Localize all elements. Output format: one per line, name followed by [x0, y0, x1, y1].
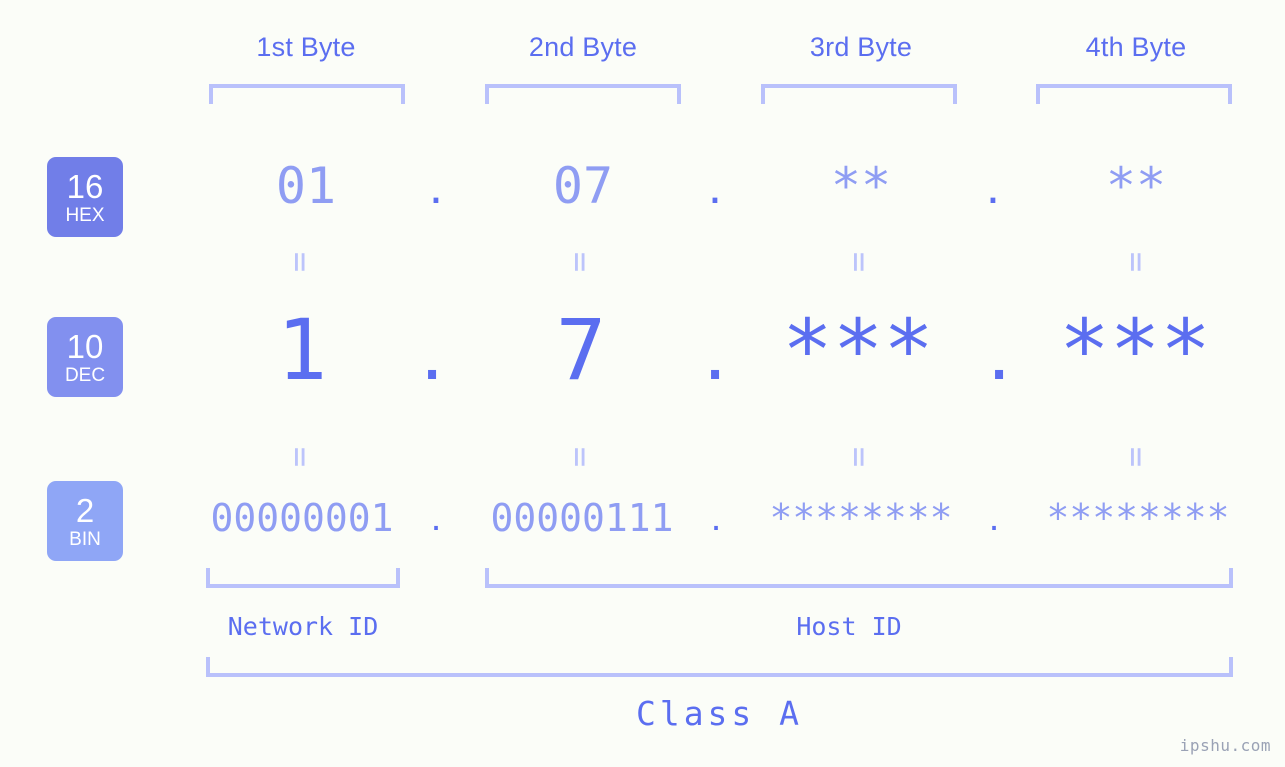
host-id-label: Host ID	[796, 612, 902, 641]
equals-dec-bin-2: =	[560, 446, 600, 468]
bin-byte-1: 00000001	[210, 496, 394, 540]
hex-separator-2: .	[708, 158, 722, 214]
ip-address-breakdown-diagram: 1st Byte 2nd Byte 3rd Byte 4th Byte 16 H…	[0, 0, 1285, 767]
bin-separator-3: .	[988, 497, 1000, 539]
byte-bracket-3	[761, 84, 957, 104]
equals-dec-bin-4: =	[1116, 446, 1156, 468]
byte-bracket-2	[485, 84, 681, 104]
hex-separator-3: .	[986, 158, 1000, 214]
equals-dec-bin-3: =	[839, 446, 879, 468]
bin-byte-2: 00000111	[490, 496, 674, 540]
byte-header-1: 1st Byte	[256, 32, 356, 62]
bin-separator-2: .	[710, 497, 722, 539]
host-id-bracket	[485, 568, 1233, 588]
byte-header-2: 2nd Byte	[528, 32, 638, 62]
base-badge-bin-name: BIN	[69, 528, 101, 550]
base-badge-hex: 16 HEX	[47, 157, 123, 237]
class-label: Class A	[635, 694, 804, 733]
byte-bracket-1	[209, 84, 405, 104]
bin-byte-4: ********	[1046, 496, 1230, 540]
byte-bracket-4	[1036, 84, 1232, 104]
base-badge-hex-number: 16	[66, 167, 104, 205]
bin-byte-3: ********	[769, 496, 953, 540]
network-id-bracket	[206, 568, 400, 588]
class-bracket	[206, 657, 1233, 677]
base-badge-hex-name: HEX	[65, 204, 105, 226]
base-badge-dec-name: DEC	[64, 364, 106, 386]
bin-separator-1: .	[430, 497, 442, 539]
base-badge-dec: 10 DEC	[47, 317, 123, 397]
base-badge-bin: 2 BIN	[47, 481, 123, 561]
hex-separator-1: .	[429, 158, 443, 214]
site-watermark: ipshu.com	[1179, 736, 1271, 755]
equals-dec-bin-1: =	[280, 446, 320, 468]
base-badge-bin-number: 2	[75, 491, 95, 529]
byte-header-4: 4th Byte	[1085, 32, 1187, 62]
dec-separator-1: .	[420, 303, 444, 397]
base-badge-dec-number: 10	[66, 327, 104, 365]
network-id-label: Network ID	[227, 612, 379, 641]
byte-header-3: 3rd Byte	[809, 32, 913, 62]
